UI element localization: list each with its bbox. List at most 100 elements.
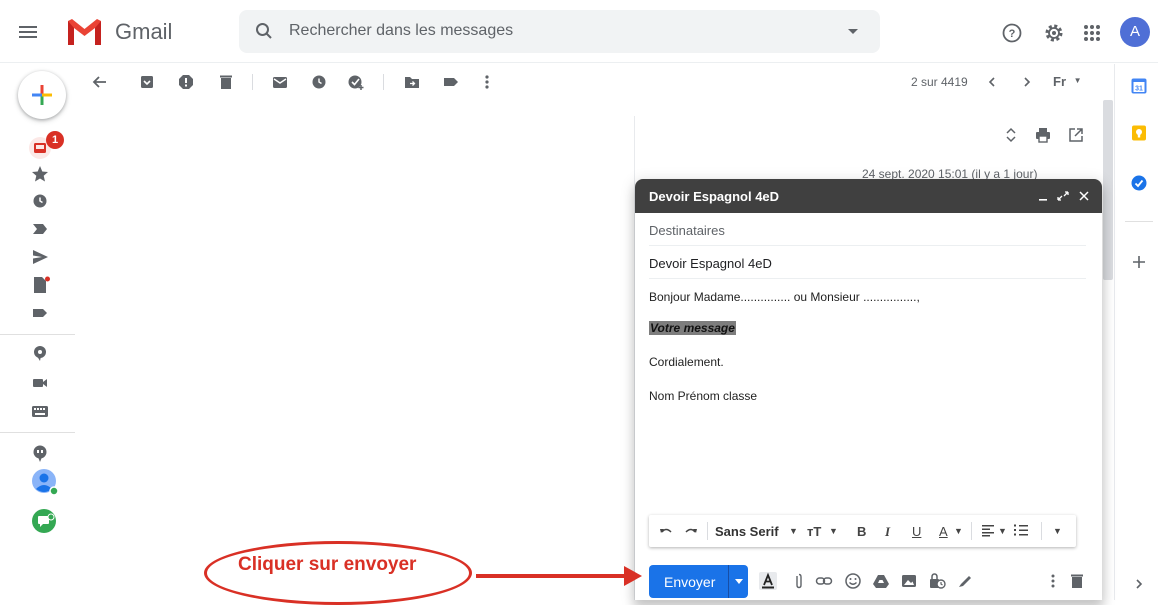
search-input[interactable]: Rechercher dans les messages: [289, 22, 513, 40]
text-color-dropdown-icon[interactable]: ▼: [954, 526, 963, 536]
tasks-icon[interactable]: [1131, 175, 1147, 191]
calendar-icon[interactable]: 31: [1131, 78, 1147, 94]
send-options-dropdown-icon[interactable]: [735, 579, 743, 584]
compose-header[interactable]: Devoir Espagnol 4eD: [635, 179, 1102, 213]
keyboard-icon[interactable]: [29, 400, 51, 422]
confidential-mode-icon[interactable]: [928, 572, 946, 590]
open-new-window-icon[interactable]: [1067, 126, 1085, 144]
starred-icon[interactable]: [29, 163, 51, 185]
mark-unread-icon[interactable]: [270, 72, 290, 92]
font-family-dropdown-icon[interactable]: ▼: [789, 526, 798, 536]
send-button[interactable]: Envoyer: [649, 565, 748, 598]
move-to-folder-icon[interactable]: [402, 72, 422, 92]
align-dropdown-icon[interactable]: ▼: [998, 526, 1007, 536]
compose-button[interactable]: [18, 71, 66, 119]
snooze-clock-icon[interactable]: [309, 72, 329, 92]
fullscreen-icon[interactable]: [1057, 189, 1069, 203]
google-drive-icon[interactable]: [872, 572, 890, 590]
chat-status-icon[interactable]: [29, 342, 51, 364]
format-divider: [1041, 522, 1042, 540]
insert-emoji-icon[interactable]: [844, 572, 862, 590]
compose-title: Devoir Espagnol 4eD: [649, 189, 780, 204]
redo-icon[interactable]: [683, 523, 699, 539]
account-avatar[interactable]: A: [1120, 17, 1150, 47]
hangouts-icon[interactable]: [29, 442, 51, 464]
svg-text:?: ?: [1009, 28, 1016, 40]
contact-avatar-icon[interactable]: [31, 468, 61, 498]
older-chevron-right-icon[interactable]: [1017, 72, 1037, 92]
side-panel-border: [1114, 64, 1115, 600]
insert-photo-icon[interactable]: [900, 572, 918, 590]
insert-signature-icon[interactable]: [956, 572, 974, 590]
rail-divider: [0, 334, 75, 335]
more-options-icon[interactable]: [1044, 572, 1062, 590]
side-panel-divider: [1125, 221, 1153, 222]
important-label-icon[interactable]: [29, 218, 51, 240]
more-formatting-dropdown-icon[interactable]: ▼: [1053, 526, 1062, 536]
input-tools-dropdown-icon[interactable]: ▼: [1074, 76, 1082, 85]
more-options-icon[interactable]: [477, 72, 497, 92]
attach-file-icon[interactable]: [790, 572, 808, 590]
expand-all-icon[interactable]: [1002, 126, 1020, 144]
top-header: Gmail Rechercher dans les messages ? A: [0, 0, 1158, 64]
annotation-arrow-line: [476, 574, 626, 578]
font-size-dropdown-icon[interactable]: ▼: [829, 526, 838, 536]
format-divider: [707, 522, 708, 540]
body-line-signature[interactable]: Nom Prénom classe: [649, 389, 757, 403]
message-counter: 2 sur 4419: [911, 75, 968, 89]
font-family-select[interactable]: Sans Serif: [715, 524, 779, 539]
search-bar[interactable]: Rechercher dans les messages: [239, 10, 880, 53]
annotation-text: Cliquer sur envoyer: [238, 554, 417, 575]
bold-button[interactable]: B: [857, 524, 866, 539]
body-line-closing[interactable]: Cordialement.: [649, 355, 724, 369]
text-color-button[interactable]: A: [939, 524, 948, 539]
send-button-label: Envoyer: [664, 574, 716, 590]
add-to-tasks-icon[interactable]: [346, 72, 366, 92]
body-line-greeting[interactable]: Bonjour Madame............... ou Monsieu…: [649, 290, 920, 304]
font-size-icon[interactable]: ᴛT: [807, 524, 821, 539]
keep-icon[interactable]: [1131, 125, 1147, 141]
minimize-icon[interactable]: [1038, 189, 1048, 203]
meet-video-icon[interactable]: [29, 372, 51, 394]
discard-draft-trash-icon[interactable]: [1068, 572, 1086, 590]
back-arrow-icon[interactable]: [90, 72, 110, 92]
toolbar-divider: [383, 74, 384, 90]
help-icon[interactable]: ?: [1001, 22, 1023, 44]
input-tools-button[interactable]: Fr ▼: [1053, 74, 1082, 89]
formatting-options-icon[interactable]: [759, 572, 777, 590]
label-tag-icon[interactable]: [29, 302, 51, 324]
archive-icon[interactable]: [137, 72, 157, 92]
expand-panel-chevron-icon[interactable]: [1133, 578, 1145, 590]
recipients-field[interactable]: Destinataires: [649, 213, 1086, 246]
inbox-unread-badge: 1: [46, 131, 64, 149]
thread-scrollbar[interactable]: [1103, 100, 1113, 280]
undo-icon[interactable]: [658, 523, 674, 539]
search-icon[interactable]: [255, 22, 273, 40]
subject-field[interactable]: Devoir Espagnol 4eD: [649, 246, 1086, 279]
snoozed-clock-icon[interactable]: [29, 190, 51, 212]
print-icon[interactable]: [1034, 126, 1052, 144]
add-addon-plus-icon[interactable]: [1132, 255, 1146, 269]
apps-grid-icon[interactable]: [1081, 22, 1103, 44]
input-tools-label: Fr: [1053, 74, 1066, 89]
drafts-icon[interactable]: [29, 274, 51, 296]
report-spam-icon[interactable]: [176, 72, 196, 92]
add-chat-icon[interactable]: [31, 508, 57, 534]
delete-trash-icon[interactable]: [216, 72, 236, 92]
search-options-dropdown-icon[interactable]: [848, 29, 858, 34]
format-divider: [971, 522, 972, 540]
sent-icon[interactable]: [29, 246, 51, 268]
italic-button[interactable]: I: [885, 524, 890, 540]
settings-gear-icon[interactable]: [1043, 22, 1065, 44]
body-line-message[interactable]: Votre message: [649, 321, 736, 335]
gmail-logo-icon[interactable]: [66, 17, 103, 47]
newer-chevron-left-icon[interactable]: [982, 72, 1002, 92]
svg-text:31: 31: [1135, 86, 1143, 93]
main-menu-icon[interactable]: [18, 22, 38, 42]
numbered-list-icon[interactable]: [1013, 523, 1029, 537]
labels-icon[interactable]: [441, 72, 461, 92]
align-icon[interactable]: [981, 523, 995, 537]
close-icon[interactable]: [1078, 189, 1090, 203]
underline-button[interactable]: U: [912, 524, 921, 539]
insert-link-icon[interactable]: [815, 572, 833, 590]
